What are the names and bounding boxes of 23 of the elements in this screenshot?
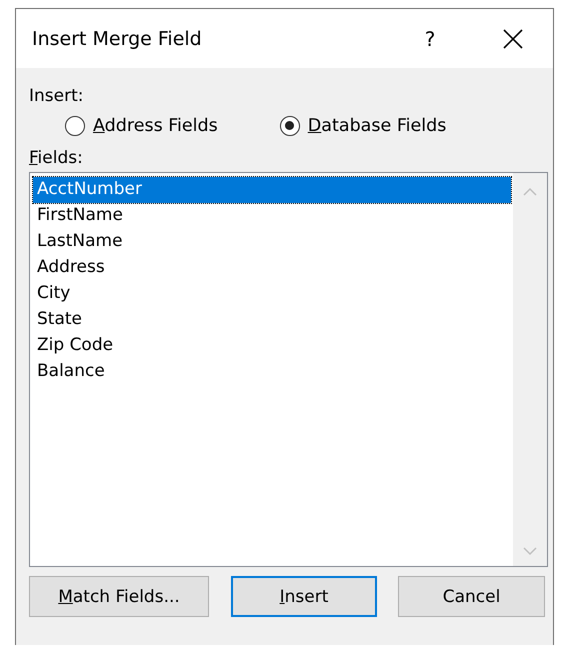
list-label: Fields: [29, 148, 83, 168]
window-title: Insert Merge Field [32, 28, 203, 50]
radio-option[interactable]: Database Fields [280, 116, 446, 136]
radio-option[interactable]: Address Fields [65, 116, 218, 136]
list-item[interactable]: Address [33, 255, 511, 281]
close-button[interactable] [501, 26, 525, 50]
dialog-button[interactable]: Insert [231, 576, 377, 617]
help-button[interactable]: ? [415, 26, 445, 50]
scroll-down-icon[interactable] [523, 547, 537, 556]
list-item[interactable]: AcctNumber [33, 177, 511, 203]
list-item[interactable]: State [33, 307, 511, 333]
dialog-button[interactable]: Cancel [398, 576, 545, 617]
list-item[interactable]: City [33, 281, 511, 307]
list-item[interactable]: Zip Code [33, 333, 511, 359]
scroll-up-icon[interactable] [523, 187, 537, 196]
scrollbar[interactable] [513, 173, 547, 566]
dialog-button[interactable]: Match Fields... [29, 576, 209, 617]
fields-list[interactable]: AcctNumber FirstName LastName Address City State Zip Code Balance [29, 172, 548, 567]
list-item[interactable]: FirstName [33, 203, 511, 229]
close-icon [503, 28, 523, 48]
list-item[interactable]: Balance [33, 359, 511, 385]
group-label: Insert: [29, 86, 84, 106]
list-item[interactable]: LastName [33, 229, 511, 255]
